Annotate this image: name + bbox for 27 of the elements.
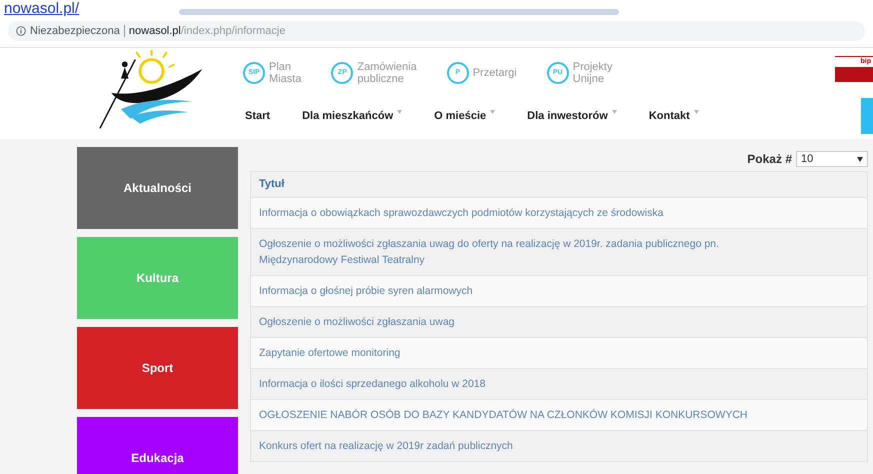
table-row-link[interactable]: OGŁOSZENIE NABÓR OSÓB DO BAZY KANDYDATÓW NA CZŁONKÓW KOMISJI KONKURSOWYCH <box>250 400 868 431</box>
info-icon <box>16 26 26 36</box>
category-tile[interactable]: Sport <box>77 327 238 409</box>
side-tab[interactable] <box>861 98 873 134</box>
dropdown-arrow-icon <box>857 156 863 162</box>
table-row-link[interactable]: Informacja o głośnej próbie syren alarmowych <box>250 276 868 307</box>
category-tile[interactable]: Edukacja <box>77 417 238 474</box>
address-bar[interactable]: Niezabezpieczona nowasol.pl/index.php/informacje <box>8 21 865 41</box>
nav-link[interactable]: Kontakt <box>648 108 699 124</box>
category-tile[interactable]: Kultura <box>77 237 238 319</box>
page-size-label: Pokaż # <box>747 151 792 168</box>
nav-link[interactable]: Start <box>245 108 270 124</box>
table-row-link[interactable]: Zapytanie ofertowe monitoring <box>250 338 868 369</box>
page-size-select[interactable]: 10 <box>796 151 868 167</box>
table-row-link[interactable]: Konkurs ofert na realizację w 2019r zadań publicznych <box>250 431 868 462</box>
table-row-link[interactable]: Informacja o ilości sprzedanego alkoholu w 2018 <box>250 369 868 400</box>
category-tile[interactable]: Aktualności <box>77 147 238 229</box>
table-row-link[interactable]: Informacja o obowiązkach sprawozdawczych podmiotów korzystających ze środowiska <box>250 198 868 229</box>
table-header: Tytuł <box>250 171 868 198</box>
table-row-link[interactable]: Ogłoszenie o możliwości zgłaszania uwag do oferty na realizację w 2019r. zadania publicznego pn. Międzynarodowy Festiwal Teatralny <box>250 229 868 276</box>
page-heading-link[interactable]: nowasol.pl/ <box>4 1 80 17</box>
table-row-link[interactable]: Ogłoszenie o możliwości zgłaszania uwag <box>250 307 868 338</box>
security-label: Niezabezpieczona <box>30 24 120 39</box>
nav-link[interactable]: Dla mieszkańców <box>302 108 402 124</box>
nav-link[interactable]: O mieście <box>434 108 496 124</box>
nav-link[interactable]: Dla inwestorów <box>527 108 617 124</box>
url-text: nowasol.pl/index.php/informacje <box>128 24 286 39</box>
